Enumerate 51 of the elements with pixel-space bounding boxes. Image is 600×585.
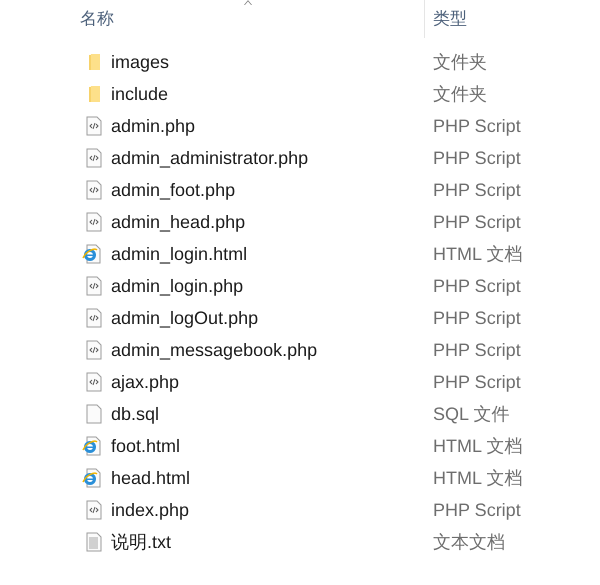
- browser-file-icon: [82, 436, 102, 456]
- file-name[interactable]: include: [111, 80, 168, 108]
- code-file-icon: [86, 340, 102, 360]
- code-file-icon: [86, 372, 102, 392]
- file-name[interactable]: admin_login.html: [111, 240, 248, 268]
- file-name[interactable]: index.php: [111, 496, 190, 524]
- file-type: PHP Script: [432, 146, 521, 170]
- file-name[interactable]: admin_foot.php: [111, 176, 236, 204]
- column-header[interactable]: 类型: [433, 6, 467, 32]
- sort-caret-icon: [242, 0, 254, 5]
- file-type: 文件夹: [432, 82, 487, 106]
- file-type: 文本文档: [432, 530, 505, 554]
- file-type: PHP Script: [432, 306, 521, 330]
- blank-file-icon: [86, 404, 102, 424]
- file-type: PHP Script: [432, 114, 521, 138]
- file-type: PHP Script: [432, 210, 521, 234]
- file-type: PHP Script: [432, 370, 521, 394]
- file-type: PHP Script: [432, 178, 521, 202]
- code-file-icon: [86, 500, 102, 520]
- file-name[interactable]: admin_head.php: [111, 208, 246, 236]
- text-file-icon: [86, 532, 102, 552]
- file-type: 文件夹: [432, 50, 487, 74]
- file-name[interactable]: head.html: [111, 464, 190, 492]
- file-type: PHP Script: [432, 274, 521, 298]
- file-name[interactable]: admin_logOut.php: [111, 304, 258, 332]
- file-type: HTML 文档: [432, 434, 522, 458]
- column-header[interactable]: 名称: [80, 6, 114, 32]
- code-file-icon: [86, 212, 102, 232]
- file-type: HTML 文档: [432, 242, 522, 266]
- file-name[interactable]: admin_administrator.php: [111, 144, 308, 172]
- code-file-icon: [86, 276, 102, 296]
- file-name[interactable]: ajax.php: [111, 368, 180, 396]
- file-name[interactable]: images: [111, 48, 170, 76]
- file-type: SQL 文件: [432, 402, 510, 426]
- code-file-icon: [86, 116, 102, 136]
- folder-icon: [88, 85, 102, 103]
- browser-file-icon: [82, 468, 102, 488]
- file-name[interactable]: admin.php: [111, 112, 196, 140]
- file-name[interactable]: admin_messagebook.php: [111, 336, 318, 364]
- code-file-icon: [86, 148, 102, 168]
- file-type: PHP Script: [432, 498, 521, 522]
- folder-icon: [88, 53, 102, 71]
- file-name[interactable]: admin_login.php: [111, 272, 244, 300]
- code-file-icon: [86, 180, 102, 200]
- code-file-icon: [86, 308, 102, 328]
- file-type: HTML 文档: [432, 466, 522, 490]
- file-type: PHP Script: [432, 338, 521, 362]
- file-name[interactable]: 说明.txt: [111, 528, 172, 556]
- browser-file-icon: [82, 244, 102, 264]
- file-name[interactable]: db.sql: [111, 400, 160, 428]
- file-name[interactable]: foot.html: [111, 432, 180, 460]
